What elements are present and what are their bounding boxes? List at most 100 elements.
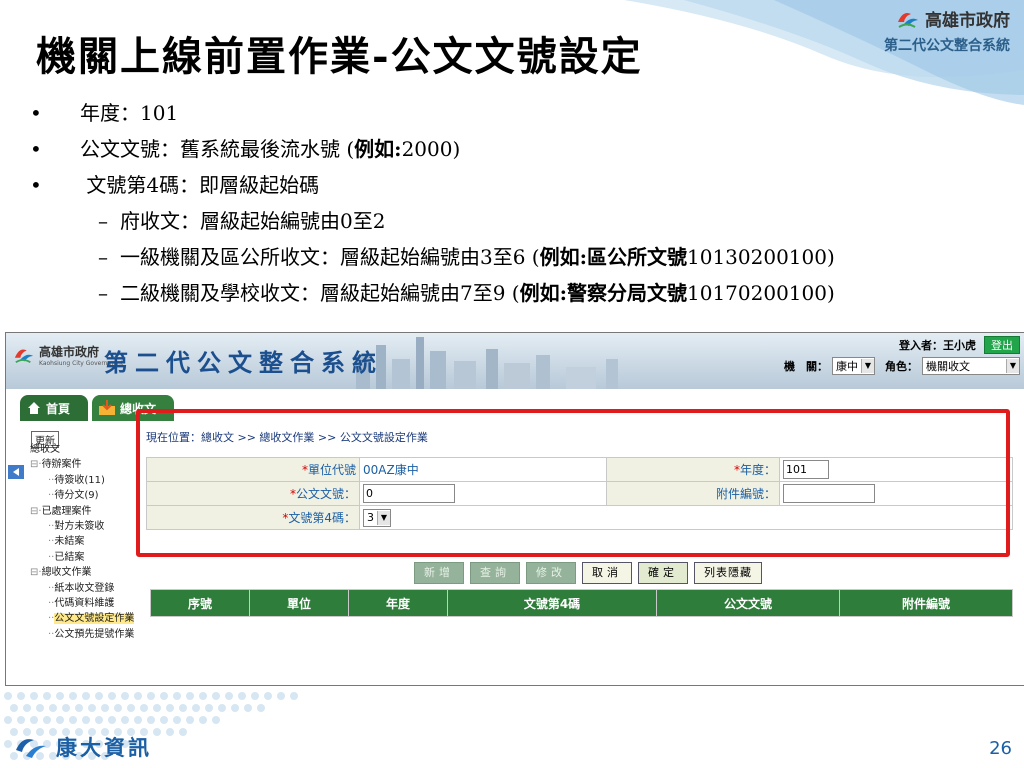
decoration-dot: [4, 740, 12, 748]
sidebar-tree-item[interactable]: ··公文文號設定作業: [30, 611, 135, 626]
decoration-dot: [134, 716, 142, 724]
decoration-dot: [160, 716, 168, 724]
decoration-dot: [173, 692, 181, 700]
decoration-dot: [121, 716, 129, 724]
tree-item-label: 待簽收(11): [54, 474, 105, 486]
sidebar-tree-item[interactable]: ··代碼資料維護: [30, 596, 134, 611]
col-header-serial[interactable]: 序號: [150, 589, 250, 617]
modify-button[interactable]: 修改: [526, 562, 576, 584]
org-select[interactable]: 康中 ▼: [832, 357, 875, 375]
subbullet-example-value: 10130200100): [687, 245, 835, 269]
subbullet-text: 一級機關及區公所收文：層級起始編號由3至6 (: [120, 245, 540, 269]
col-header-doc-number[interactable]: 公文文號: [656, 589, 840, 617]
decoration-dot: [23, 704, 31, 712]
sidebar-tree-item[interactable]: ··公文預先提號作業: [30, 627, 134, 642]
dash-marker: –: [98, 209, 108, 233]
role-select[interactable]: 機關收文 ▼: [922, 357, 1020, 375]
highlight-box: [136, 409, 1010, 557]
collapse-arrow-icon[interactable]: [8, 465, 24, 479]
decoration-dot: [179, 704, 187, 712]
bullet-marker: •: [30, 173, 42, 197]
subbullet-text: 二級機關及學校收文：層級起始編號由7至9 (: [120, 281, 520, 305]
user-bar: 登入者：王小虎 登出: [899, 336, 1020, 354]
col-header-year[interactable]: 年度: [348, 589, 448, 617]
decoration-dot: [108, 716, 116, 724]
bullet-year: • 年度：101: [30, 95, 835, 131]
sidebar-tree-item[interactable]: ··待簽收(11): [30, 473, 134, 488]
company-logo-icon: [16, 739, 46, 758]
org-label: 機 關：: [784, 360, 828, 373]
sidebar-root[interactable]: 總收文: [30, 442, 134, 457]
tree-connector: ⊟·: [30, 459, 42, 471]
dash-marker: –: [98, 245, 108, 269]
logout-button[interactable]: 登出: [984, 336, 1020, 354]
results-grid: 序號 單位 年度 文號第4碼 公文文號 附件編號: [150, 589, 1013, 617]
sidebar-tree-item[interactable]: ⊟·待辦案件: [30, 457, 134, 472]
decoration-dot: [277, 692, 285, 700]
tree-connector: ⊟·: [30, 505, 42, 517]
decoration-dot: [205, 704, 213, 712]
role-value: 機關收文: [926, 360, 970, 373]
col-header-unit[interactable]: 單位: [249, 589, 349, 617]
tree-item-label: 對方未簽收: [54, 521, 105, 533]
bullet-fourth-digit: • 文號第4碼：即層級起始碼: [30, 167, 835, 203]
sidebar-tree-item[interactable]: ··未結案: [30, 534, 134, 549]
sidebar-tree-item[interactable]: ··紙本收文登錄: [30, 581, 134, 596]
decoration-dot: [244, 704, 252, 712]
query-button[interactable]: 查詢: [470, 562, 520, 584]
sidebar-tree: 總收文 ⊟·待辦案件 ··待簽收(11) ··待分文(9) ⊟·已處理案件 ··對方未簽…: [30, 442, 135, 642]
decoration-dot: [153, 704, 161, 712]
decoration-dot: [199, 692, 207, 700]
decoration-dot: [218, 704, 226, 712]
gov-name: 高雄市政府: [925, 11, 1010, 31]
col-header-attachment[interactable]: 附件編號: [839, 589, 1013, 617]
decoration-dot: [82, 692, 90, 700]
add-button[interactable]: 新增: [414, 562, 464, 584]
decoration-dot: [160, 692, 168, 700]
decoration-dot: [212, 716, 220, 724]
gov-logo: 高雄市政府 第二代公文整合系統: [884, 6, 1010, 55]
system-name: 第二代公文整合系統: [884, 38, 1010, 54]
bullet-doc-number: • 公文文號：舊系統最後流水號 (例如:2000): [30, 131, 835, 167]
decoration-dot: [147, 692, 155, 700]
toggle-list-button[interactable]: 列表隱藏: [694, 562, 762, 584]
action-buttons: 新增 查詢 修改 取消 確定 列表隱藏: [414, 562, 762, 584]
decoration-dot: [101, 704, 109, 712]
decoration-dot: [153, 728, 161, 736]
tree-connector: ⊟·: [30, 567, 42, 579]
decoration-dot: [88, 704, 96, 712]
page-number: 26: [989, 738, 1012, 759]
sidebar-tree-item[interactable]: ··待分文(9): [30, 488, 134, 503]
decoration-dot: [290, 692, 298, 700]
col-header-fourth-digit[interactable]: 文號第4碼: [447, 589, 657, 617]
decoration-dot: [251, 692, 259, 700]
decoration-dot: [127, 704, 135, 712]
sidebar-tree-item[interactable]: ⊟·總收文作業: [30, 565, 134, 580]
decoration-dot: [43, 716, 51, 724]
sidebar-tree-item[interactable]: ⊟·已處理案件: [30, 504, 134, 519]
subbullet-level1: – 一級機關及區公所收文：層級起始編號由3至6 (例如:區公所文號1013020…: [30, 239, 835, 275]
bullet-example-label: 例如:: [354, 137, 402, 161]
nav-home-tab[interactable]: 首頁: [20, 395, 88, 421]
decoration-dot: [30, 692, 38, 700]
home-icon: [28, 402, 40, 414]
cancel-button[interactable]: 取消: [582, 562, 632, 584]
slide-title: 機關上線前置作業-公文文號設定: [36, 33, 643, 80]
sidebar-tree-item[interactable]: ··已結案: [30, 550, 134, 565]
sidebar-tree-item[interactable]: ··對方未簽收: [30, 519, 134, 534]
decoration-dot: [238, 692, 246, 700]
decoration-dot: [186, 692, 194, 700]
tree-item-label: 公文預先提號作業: [54, 628, 135, 640]
decoration-dot: [121, 692, 129, 700]
decoration-dot: [62, 704, 70, 712]
tree-item-label: 總收文作業: [41, 567, 92, 579]
app-header: 高雄市政府 Kaohsiung City Government 第二代公文整合系…: [6, 333, 1024, 389]
decoration-dot: [231, 704, 239, 712]
decoration-dot: [166, 728, 174, 736]
confirm-button[interactable]: 確定: [638, 562, 688, 584]
kaohsiung-logo-icon: [898, 12, 918, 28]
tree-item-label: 公文文號設定作業: [54, 613, 135, 625]
bullet-marker: •: [30, 137, 42, 161]
decoration-dot: [257, 704, 265, 712]
decoration-dot: [4, 692, 12, 700]
